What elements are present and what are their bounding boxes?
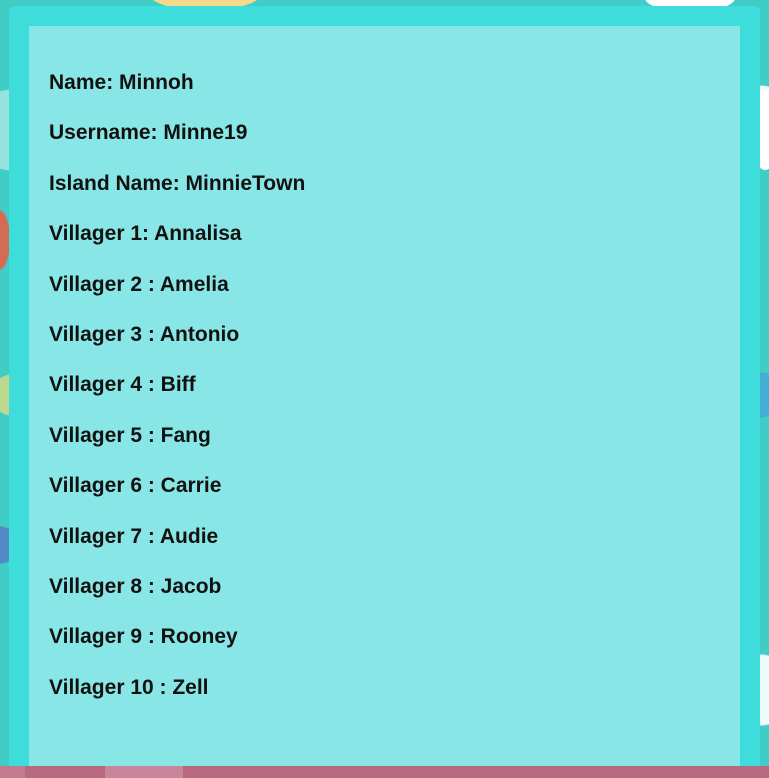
profile-info-list: Name: Minnoh Username: Minne19 Island Na… [49, 69, 305, 724]
taskbar-tab[interactable] [105, 766, 183, 778]
villager-7: Villager 7 : Audie [49, 524, 219, 548]
profile-username: Username: Minne19 [49, 121, 248, 145]
villager-6: Villager 6 : Carrie [49, 474, 222, 498]
villager-5: Villager 5 : Fang [49, 423, 211, 447]
profile-name: Name: Minnoh [49, 71, 194, 94]
villager-10: Villager 10 : Zell [49, 675, 209, 699]
profile-island-name: Island Name: MinnieTown [49, 171, 306, 195]
taskbar-tab[interactable] [0, 766, 25, 778]
villager-8: Villager 8 : Jacob [49, 574, 222, 598]
villager-1: Villager 1: Annalisa [49, 222, 242, 246]
villager-2: Villager 2 : Amelia [49, 272, 229, 296]
villager-3: Villager 3 : Antonio [49, 322, 240, 346]
villager-9: Villager 9 : Rooney [49, 625, 238, 649]
villager-4: Villager 4 : Biff [49, 373, 196, 397]
